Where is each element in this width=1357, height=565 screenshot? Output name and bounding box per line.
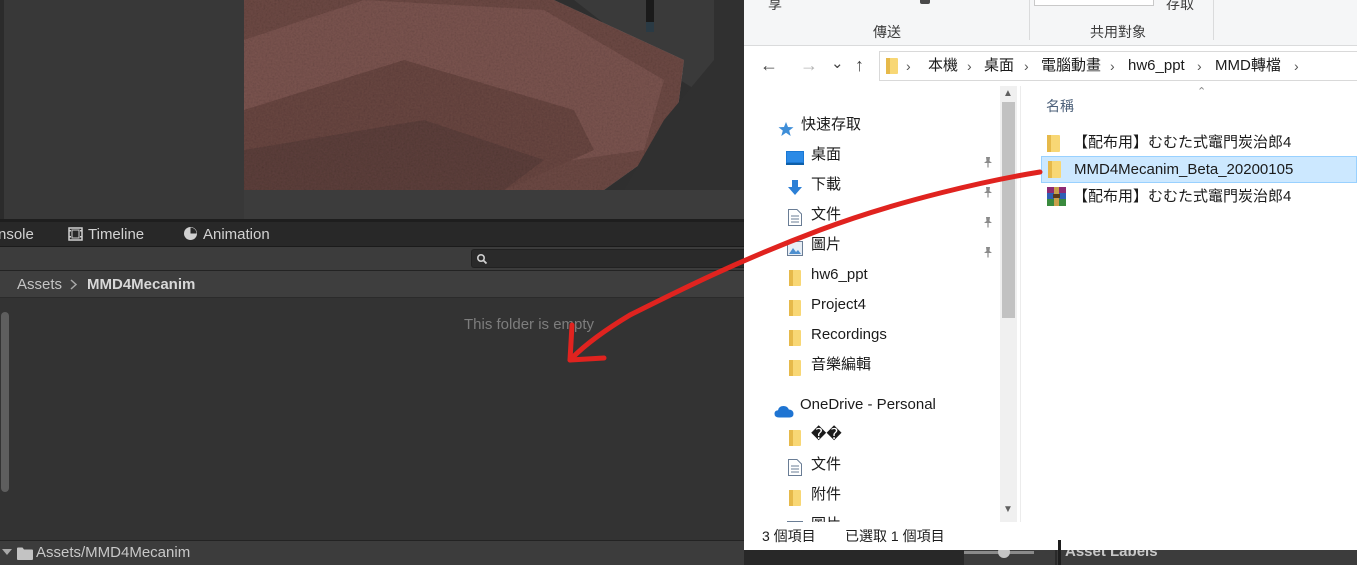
tab-animation[interactable]: Animation (183, 222, 270, 247)
file-row[interactable]: 【配布用】むむた式竈門炭治郎4 (1041, 129, 1357, 156)
file-row-selected[interactable]: MMD4Mecanim_Beta_20200105 (1041, 156, 1357, 183)
navigation-pane: 快速存取 桌面 下載 文件 圖片 hw6_ppt Project4 Record… (744, 86, 1020, 522)
breadcrumb-assets[interactable]: Assets (17, 271, 62, 298)
up-button[interactable]: ↑ (855, 54, 864, 76)
recent-locations-button[interactable]: ⌄ (831, 53, 844, 75)
nav-item-recordings[interactable]: Recordings (786, 320, 996, 350)
empty-folder-message: This folder is empty (464, 316, 595, 333)
window-gap (1058, 540, 1061, 565)
ribbon-share-fragment[interactable]: 享 (768, 0, 782, 14)
scroll-down-icon[interactable]: ▼ (1003, 504, 1013, 515)
ribbon-group-audience: 共用對象 (1090, 24, 1146, 40)
clock-icon (183, 224, 198, 249)
nav-item-project4[interactable]: Project4 (786, 290, 996, 320)
address-crumb-mmd[interactable]: MMD轉檔 (1215, 52, 1281, 80)
address-crumb-animation[interactable]: 電腦動畫 (1041, 52, 1101, 80)
chevron-right-icon[interactable]: › (1197, 52, 1202, 80)
nav-item-documents[interactable]: 文件 (786, 200, 996, 230)
address-bar[interactable]: › 本機 › 桌面 › 電腦動畫 › hw6_ppt › MMD轉檔 › (879, 51, 1357, 81)
tab-console[interactable]: nsole (0, 222, 34, 247)
nav-pane-scrollbar[interactable]: ▲ ▼ (1000, 86, 1017, 522)
hierarchy-panel (0, 0, 244, 220)
ribbon-access-fragment[interactable]: 存取 (1166, 0, 1194, 14)
file-explorer-window: 享 存取 傳送 共用對象 ← → ⌄ ↑ › 本機 › 桌面 › 電腦動畫 › … (744, 0, 1357, 550)
ribbon-dropdown[interactable] (1034, 0, 1154, 6)
address-crumb-hw6[interactable]: hw6_ppt (1128, 52, 1185, 80)
chevron-down-icon[interactable] (2, 549, 12, 555)
nav-item-onedrive-folder[interactable]: �� (786, 420, 996, 450)
nav-item-desktop[interactable]: 桌面 (786, 140, 996, 170)
forward-button[interactable]: → (800, 54, 818, 76)
nav-item-onedrive-attachments[interactable]: 附件 (786, 480, 996, 510)
nav-item-pictures[interactable]: 圖片 (786, 230, 996, 260)
nav-item-hw6-ppt[interactable]: hw6_ppt (786, 260, 996, 290)
nav-item-onedrive-pictures[interactable]: 圖片 (786, 510, 996, 522)
search-input[interactable] (471, 249, 744, 268)
chevron-right-icon[interactable]: › (906, 52, 911, 80)
scrollbar[interactable] (0, 310, 10, 495)
address-crumb-desktop[interactable]: 桌面 (984, 52, 1014, 80)
scene-view[interactable] (244, 0, 744, 190)
project-assets-area[interactable] (0, 298, 744, 540)
file-list: ⌃ 名稱 【配布用】むむた式竈門炭治郎4 MMD4Mecanim_Beta_20… (1021, 86, 1357, 522)
selection-count: 已選取 1 個項目 (845, 528, 945, 544)
scrollbar-thumb[interactable] (1, 312, 9, 492)
nav-onedrive[interactable]: OneDrive - Personal (774, 390, 1004, 420)
chevron-right-icon[interactable]: › (1110, 52, 1115, 80)
scroll-up-icon[interactable]: ▲ (1003, 88, 1013, 99)
ribbon: 享 存取 傳送 共用對象 (744, 0, 1357, 46)
column-header-name[interactable]: 名稱 (1046, 96, 1074, 116)
chevron-right-icon[interactable]: › (1294, 52, 1299, 80)
bottom-path-bar: Assets/MMD4Mecanim (0, 540, 744, 565)
breadcrumb: Assets MMD4Mecanim (0, 271, 744, 298)
ribbon-separator (1213, 0, 1214, 40)
file-row[interactable]: 【配布用】むむた式竈門炭治郎4 (1041, 183, 1357, 210)
panel-edge (0, 0, 4, 220)
breadcrumb-current[interactable]: MMD4Mecanim (87, 271, 195, 298)
status-bar: 3 個項目 已選取 1 個項目 (744, 522, 1357, 550)
film-strip-icon (68, 224, 83, 249)
bottom-tab-bar: nsole Timeline Animation (0, 222, 744, 247)
sort-ascending-icon: ⌃ (1197, 86, 1207, 98)
chevron-right-icon[interactable]: › (967, 52, 972, 80)
nav-item-downloads[interactable]: 下載 (786, 170, 996, 200)
nav-item-music-edit[interactable]: 音樂編輯 (786, 350, 996, 380)
ribbon-group-share: 傳送 (873, 24, 901, 40)
folder-icon (789, 357, 801, 387)
address-crumb-this-pc[interactable]: 本機 (928, 52, 958, 80)
folder-icon (17, 547, 33, 565)
back-button[interactable]: ← (760, 54, 778, 76)
quick-access[interactable]: 快速存取 (776, 110, 1006, 140)
search-icon (476, 252, 488, 270)
tab-timeline[interactable]: Timeline (68, 222, 144, 247)
scene-render (244, 0, 744, 190)
scene-footer (244, 190, 744, 220)
folder-icon (886, 58, 898, 79)
navigation-bar: ← → ⌄ ↑ › 本機 › 桌面 › 電腦動畫 › hw6_ppt › MMD… (744, 46, 1357, 86)
chevron-right-icon[interactable]: › (1024, 52, 1029, 80)
nav-item-onedrive-documents[interactable]: 文件 (786, 450, 996, 480)
ribbon-icon[interactable] (920, 0, 930, 4)
selected-path: Assets/MMD4Mecanim (36, 544, 191, 561)
item-count: 3 個項目 (762, 528, 816, 544)
project-toolbar (0, 247, 744, 271)
ribbon-separator (1029, 0, 1030, 40)
winrar-archive-icon (1047, 187, 1066, 215)
scrollbar-thumb[interactable] (1002, 102, 1015, 318)
